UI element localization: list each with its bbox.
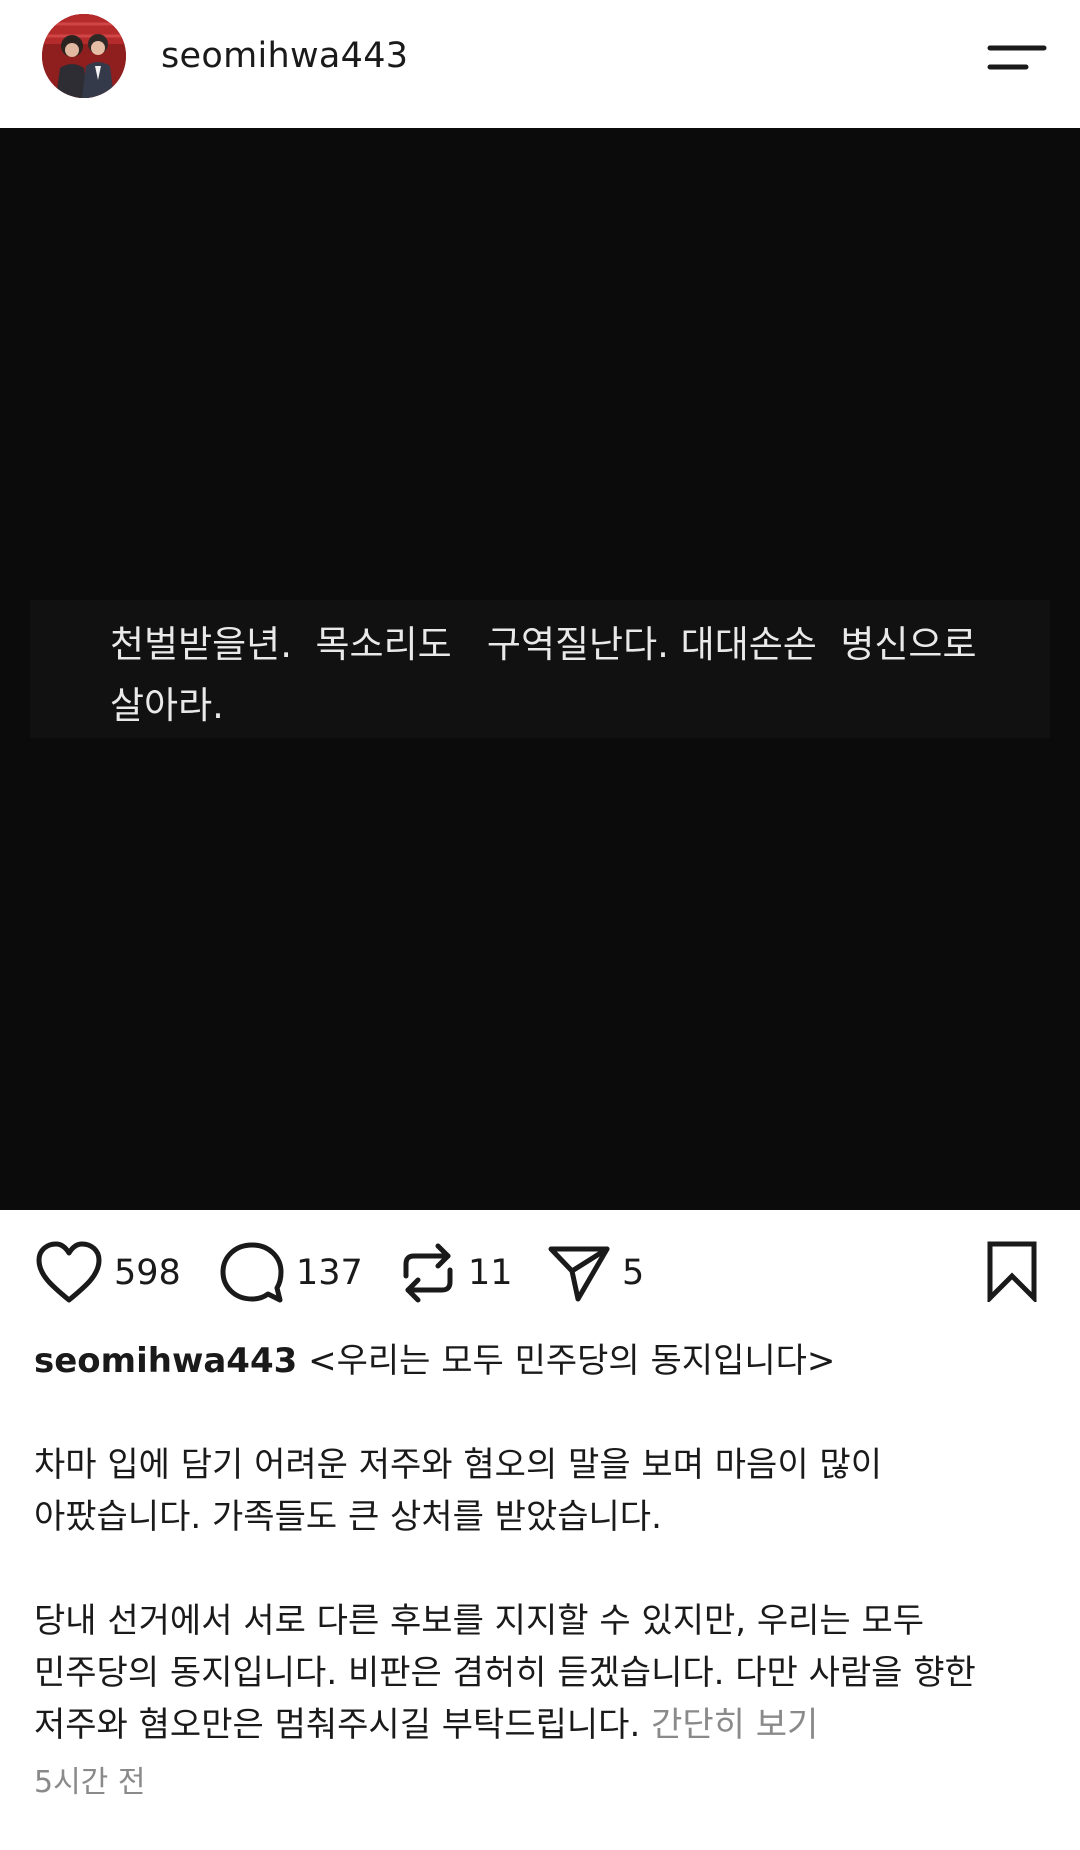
- paragraph-2-line-3: 저주와 혐오만은 멈춰주시길 부탁드립니다.: [34, 1705, 641, 1745]
- paragraph-1-line-1: 차마 입에 담기 어려운 저주와 혐오의 말을 보며 마음이 많이: [34, 1445, 882, 1485]
- post-title-line: seomihwa443 <우리는 모두 민주당의 동지입니다>: [34, 1335, 1054, 1387]
- repost-button[interactable]: 11: [398, 1238, 513, 1308]
- paragraph-2-line-1: 당내 선거에서 서로 다른 후보를 지지할 수 있지만, 우리는 모두: [34, 1601, 925, 1641]
- share-count: 5: [622, 1253, 645, 1293]
- repost-count: 11: [468, 1253, 513, 1293]
- media-caption-text: 천벌받을년. 목소리도 구역질난다. 대대손손 병신으로 살아라.: [110, 614, 1030, 736]
- like-button[interactable]: 598: [34, 1238, 181, 1308]
- media-caption-line-2: 살아라.: [110, 684, 224, 727]
- comment-count: 137: [296, 1253, 363, 1293]
- action-bar: 598 137 11 5: [0, 1210, 1080, 1340]
- post-media[interactable]: 천벌받을년. 목소리도 구역질난다. 대대손손 병신으로 살아라.: [0, 128, 1080, 1210]
- avatar-image: [42, 14, 126, 98]
- paragraph-1: 차마 입에 담기 어려운 저주와 혐오의 말을 보며 마음이 많이 아팠습니다.…: [34, 1439, 1054, 1543]
- post-author[interactable]: seomihwa443: [34, 1341, 297, 1381]
- comment-bubble-icon: [220, 1242, 284, 1303]
- menu-icon: [987, 45, 1047, 70]
- send-icon: [548, 1246, 610, 1302]
- media-caption-line-1: 천벌받을년. 목소리도 구역질난다. 대대손손 병신으로: [110, 623, 977, 666]
- bookmark-button[interactable]: [984, 1240, 1040, 1305]
- post-timestamp: 5시간 전: [34, 1765, 146, 1800]
- see-less-link[interactable]: 간단히 보기: [651, 1705, 818, 1745]
- avatar[interactable]: [42, 14, 126, 98]
- menu-button[interactable]: [986, 34, 1048, 80]
- post-header: seomihwa443: [0, 0, 1080, 128]
- repost-icon: [403, 1243, 453, 1303]
- paragraph-2-line-2: 민주당의 동지입니다. 비판은 겸허히 듣겠습니다. 다만 사람을 향한: [34, 1653, 976, 1693]
- share-button[interactable]: 5: [546, 1238, 644, 1308]
- bookmark-icon: [987, 1241, 1037, 1305]
- post-caption: seomihwa443 <우리는 모두 민주당의 동지입니다> 차마 입에 담기…: [34, 1335, 1054, 1751]
- post-title: <우리는 모두 민주당의 동지입니다>: [308, 1341, 836, 1381]
- paragraph-1-line-2: 아팠습니다. 가족들도 큰 상처를 받았습니다.: [34, 1497, 662, 1537]
- comment-button[interactable]: 137: [218, 1238, 363, 1308]
- heart-icon: [36, 1241, 102, 1303]
- paragraph-2: 당내 선거에서 서로 다른 후보를 지지할 수 있지만, 우리는 모두 민주당의…: [34, 1595, 1054, 1751]
- like-count: 598: [114, 1253, 181, 1293]
- header-username[interactable]: seomihwa443: [161, 34, 408, 78]
- media-caption-band: 천벌받을년. 목소리도 구역질난다. 대대손손 병신으로 살아라.: [30, 600, 1050, 738]
